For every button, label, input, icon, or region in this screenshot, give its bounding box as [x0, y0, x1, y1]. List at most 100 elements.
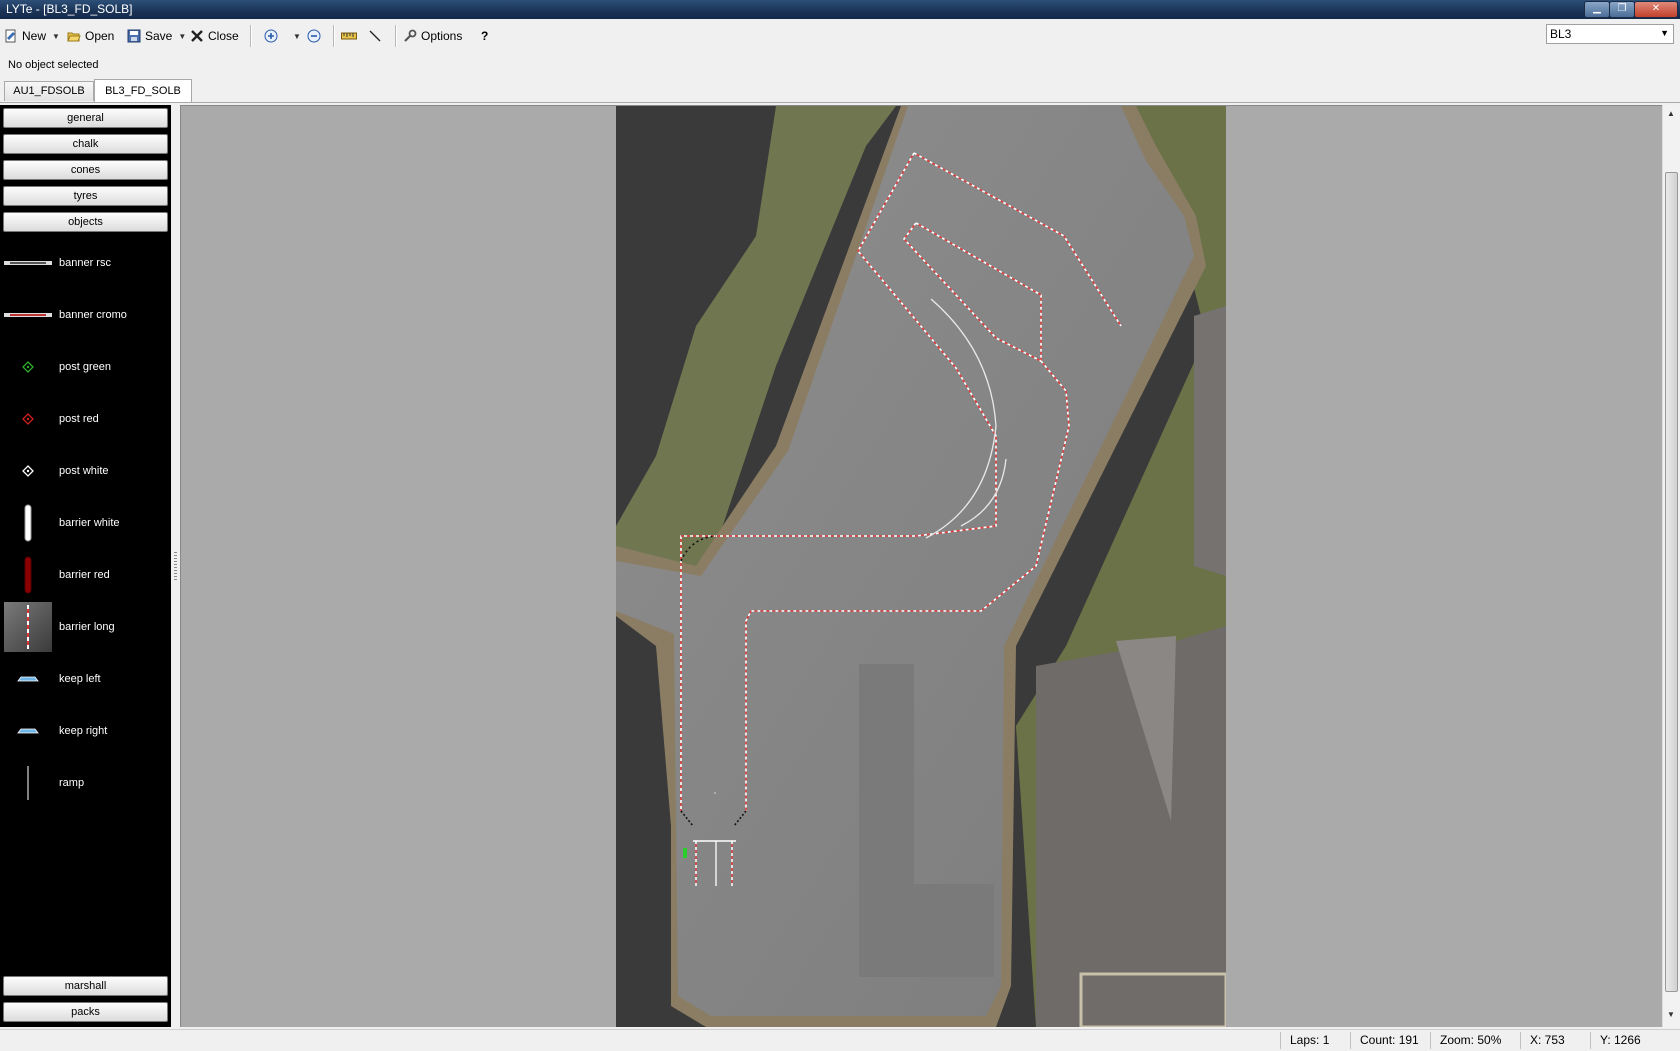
tab-label: AU1_FDSOLB [13, 85, 85, 97]
zoom-dropdown-button[interactable]: ▼ [291, 26, 301, 46]
category-tyres-button[interactable]: tyres [3, 186, 168, 206]
post-white-icon [4, 446, 52, 496]
count-status: Count: 191 [1360, 1033, 1419, 1047]
object-banner-cromo[interactable]: banner cromo [0, 289, 171, 341]
save-button[interactable]: Save ▼ [127, 26, 186, 46]
y-coordinate-status: Y: 1266 [1600, 1033, 1641, 1047]
restore-icon: ❐ [1617, 3, 1627, 14]
toolbar-separator [250, 25, 252, 47]
category-general-button[interactable]: general [3, 108, 168, 128]
object-label: post white [59, 465, 109, 477]
object-barrier-white[interactable]: barrier white [0, 497, 171, 549]
object-label: barrier white [59, 517, 120, 529]
object-barrier-red[interactable]: barrier red [0, 549, 171, 601]
status-separator [1430, 1032, 1431, 1049]
toolbar: New ▼ Open Save ▼ Close ▼ Options ? [0, 19, 1680, 50]
barrier-white-icon [4, 498, 52, 548]
options-button[interactable]: Options [403, 26, 462, 46]
save-disk-icon [127, 29, 141, 43]
banner-cromo-icon [4, 290, 52, 340]
category-marshall-button[interactable]: marshall [3, 976, 168, 996]
tab-label: BL3_FD_SOLB [105, 85, 181, 97]
category-objects-button[interactable]: objects [3, 212, 168, 232]
tab-bl3-fd-solb[interactable]: BL3_FD_SOLB [94, 79, 192, 103]
close-icon: ✕ [1651, 3, 1661, 14]
new-button[interactable]: New ▼ [4, 26, 60, 46]
tab-au1-fdsolb[interactable]: AU1_FDSOLB [4, 81, 94, 101]
post-green-icon [4, 342, 52, 392]
status-bar: Laps: 1 Count: 191 Zoom: 50% X: 753 Y: 1… [0, 1029, 1680, 1051]
close-button[interactable]: Close [190, 26, 239, 46]
open-button[interactable]: Open [67, 26, 114, 46]
close-window-button[interactable]: ✕ [1634, 1, 1678, 18]
object-label: keep right [59, 725, 108, 737]
window-title: LYTe - [BL3_FD_SOLB] [6, 2, 133, 16]
scroll-down-icon[interactable]: ▼ [1667, 1010, 1675, 1019]
object-keep-right[interactable]: keep right [0, 705, 171, 757]
toolbar-separator [333, 25, 335, 47]
object-keep-left[interactable]: keep left [0, 653, 171, 705]
chevron-down-icon: ▼ [1660, 28, 1669, 38]
minimize-icon: ▁ [1593, 3, 1601, 14]
selection-status: No object selected [8, 59, 99, 71]
object-label: banner cromo [59, 309, 127, 321]
splitter-grip-icon [174, 552, 177, 582]
zoom-in-icon [264, 29, 278, 43]
object-label: post red [59, 413, 99, 425]
inner-block [859, 884, 994, 977]
object-label: keep left [59, 673, 101, 685]
layout-select[interactable]: BL3 ▼ [1546, 24, 1674, 44]
category-chalk-button[interactable]: chalk [3, 134, 168, 154]
map-canvas[interactable] [180, 105, 1663, 1027]
zoom-out-button[interactable] [307, 26, 321, 46]
keep-right-icon [4, 706, 52, 756]
post-red-icon [4, 394, 52, 444]
laps-status: Laps: 1 [1290, 1033, 1330, 1047]
x-coordinate-status: X: 753 [1530, 1033, 1565, 1047]
chevron-down-icon: ▼ [293, 31, 301, 41]
zoom-status: Zoom: 50% [1440, 1033, 1502, 1047]
category-packs-button[interactable]: packs [3, 1002, 168, 1022]
status-separator [1350, 1032, 1351, 1049]
scrollbar-thumb[interactable] [1665, 172, 1678, 992]
help-button[interactable]: ? [481, 26, 488, 46]
maximize-button[interactable]: ❐ [1609, 1, 1635, 18]
keep-left-icon [4, 654, 52, 704]
minimize-button[interactable]: ▁ [1584, 1, 1610, 18]
object-post-white[interactable]: post white [0, 445, 171, 497]
building [1194, 306, 1226, 576]
new-file-icon [5, 29, 16, 43]
scroll-up-icon[interactable]: ▲ [1667, 109, 1675, 118]
title-bar: LYTe - [BL3_FD_SOLB] ▁ ❐ ✕ [0, 0, 1680, 19]
wrench-icon [404, 29, 417, 42]
panel-splitter[interactable] [171, 105, 180, 1027]
object-label: ramp [59, 777, 85, 789]
chevron-down-icon[interactable]: ▼ [52, 32, 60, 41]
object-post-red[interactable]: post red [0, 393, 171, 445]
object-post-green[interactable]: post green [0, 341, 171, 393]
object-banner-rsc[interactable]: banner rsc [0, 237, 171, 289]
zoom-out-icon [307, 29, 321, 43]
start-marker [683, 848, 687, 858]
object-label: post green [59, 361, 111, 373]
object-ramp[interactable]: ramp [0, 757, 171, 809]
ramp-icon [4, 758, 52, 808]
close-file-icon [191, 30, 203, 42]
chevron-down-icon[interactable]: ▼ [178, 32, 186, 41]
category-cones-button[interactable]: cones [3, 160, 168, 180]
parking-box [1079, 972, 1226, 1027]
line-tool-button[interactable] [368, 26, 382, 46]
track-map[interactable] [616, 106, 1226, 1027]
vertical-scrollbar[interactable]: ▲ ▼ [1662, 105, 1680, 1027]
open-label: Open [85, 29, 115, 43]
save-label: Save [145, 29, 173, 43]
close-label: Close [208, 29, 239, 43]
object-barrier-long[interactable]: barrier long [0, 601, 171, 653]
ruler-icon [341, 32, 357, 40]
zoom-in-button[interactable] [264, 26, 278, 46]
object-label: barrier long [59, 621, 115, 633]
options-label: Options [421, 29, 463, 43]
status-separator [1280, 1032, 1281, 1049]
measure-button[interactable] [341, 26, 357, 46]
toolbar-separator [395, 25, 397, 47]
